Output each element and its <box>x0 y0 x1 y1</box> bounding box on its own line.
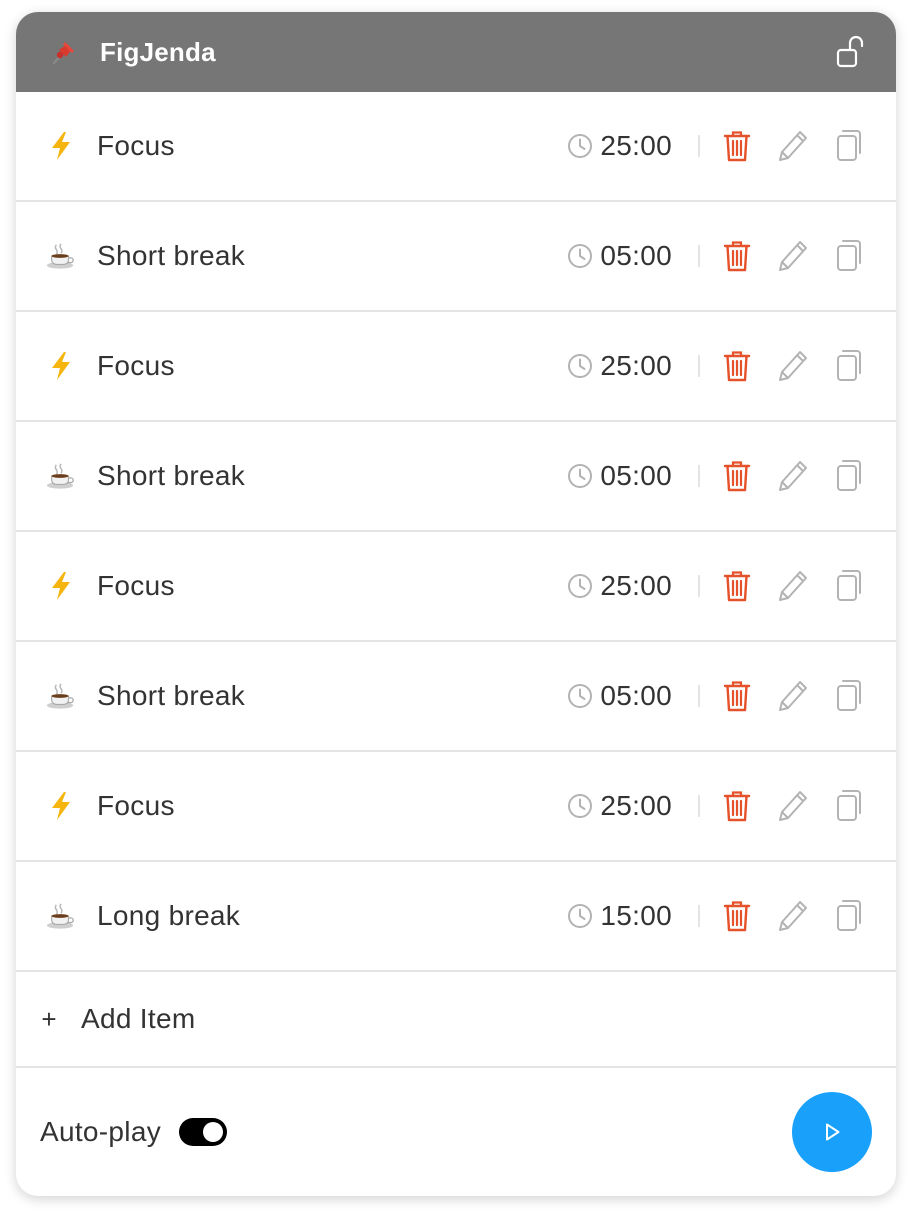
plus-icon: + <box>41 1003 57 1034</box>
lightning-icon <box>46 131 76 161</box>
trash-icon[interactable] <box>720 786 754 826</box>
agenda-list: Focus 25:00 Short break 05:00 Focus 25:00 Shor… <box>16 92 896 972</box>
agenda-item[interactable]: Focus 25:00 <box>16 312 896 422</box>
divider <box>698 135 700 157</box>
clock-icon <box>567 683 593 709</box>
item-label: Focus <box>97 570 175 601</box>
pushpin-icon <box>48 37 78 67</box>
copy-icon[interactable] <box>832 456 866 496</box>
duration-value: 15:00 <box>600 900 672 931</box>
pencil-icon[interactable] <box>776 786 810 826</box>
item-label: Focus <box>97 350 175 381</box>
lightning-icon <box>46 791 76 821</box>
play-button[interactable] <box>792 1092 872 1172</box>
duration-value: 25:00 <box>600 130 672 161</box>
duration-value: 05:00 <box>600 680 672 711</box>
divider <box>698 465 700 487</box>
item-label: Focus <box>97 790 175 821</box>
add-item-label: Add Item <box>81 1003 196 1034</box>
play-icon <box>821 1121 843 1143</box>
divider <box>698 905 700 927</box>
agenda-item[interactable]: Short break 05:00 <box>16 422 896 532</box>
duration-value: 25:00 <box>600 350 672 381</box>
pencil-icon[interactable] <box>776 896 810 936</box>
autoplay-label: Auto-play <box>40 1116 161 1147</box>
item-label: Focus <box>97 130 175 161</box>
pencil-icon[interactable] <box>776 236 810 276</box>
pencil-icon[interactable] <box>776 126 810 166</box>
clock-icon <box>567 463 593 489</box>
coffee-icon <box>46 241 76 271</box>
clock-icon <box>567 133 593 159</box>
copy-icon[interactable] <box>832 786 866 826</box>
item-duration: 25:00 <box>567 350 672 382</box>
pencil-icon[interactable] <box>776 676 810 716</box>
copy-icon[interactable] <box>832 126 866 166</box>
copy-icon[interactable] <box>832 346 866 386</box>
trash-icon[interactable] <box>720 126 754 166</box>
divider <box>698 685 700 707</box>
duration-value: 25:00 <box>600 570 672 601</box>
coffee-icon <box>46 681 76 711</box>
trash-icon[interactable] <box>720 456 754 496</box>
coffee-icon <box>46 901 76 931</box>
autoplay-toggle[interactable] <box>179 1118 227 1146</box>
clock-icon <box>567 573 593 599</box>
pencil-icon[interactable] <box>776 346 810 386</box>
widget-title: FigJenda <box>100 36 216 67</box>
item-duration: 05:00 <box>567 680 672 712</box>
item-duration: 25:00 <box>567 790 672 822</box>
clock-icon <box>567 903 593 929</box>
item-duration: 15:00 <box>567 900 672 932</box>
toggle-knob <box>203 1122 223 1142</box>
copy-icon[interactable] <box>832 896 866 936</box>
copy-icon[interactable] <box>832 566 866 606</box>
item-label: Short break <box>97 680 246 711</box>
divider <box>698 795 700 817</box>
add-item-button[interactable]: + Add Item <box>16 972 896 1068</box>
trash-icon[interactable] <box>720 896 754 936</box>
item-duration: 05:00 <box>567 240 672 272</box>
divider <box>698 245 700 267</box>
trash-icon[interactable] <box>720 676 754 716</box>
pencil-icon[interactable] <box>776 456 810 496</box>
agenda-item[interactable]: Focus 25:00 <box>16 752 896 862</box>
copy-icon[interactable] <box>832 676 866 716</box>
pencil-icon[interactable] <box>776 566 810 606</box>
unlock-icon[interactable] <box>836 34 866 70</box>
trash-icon[interactable] <box>720 566 754 606</box>
agenda-item[interactable]: Focus 25:00 <box>16 92 896 202</box>
widget-header: FigJenda <box>16 12 896 92</box>
lightning-icon <box>46 571 76 601</box>
agenda-item[interactable]: Long break 15:00 <box>16 862 896 972</box>
agenda-item[interactable]: Short break 05:00 <box>16 202 896 312</box>
item-label: Short break <box>97 460 246 491</box>
clock-icon <box>567 353 593 379</box>
item-duration: 25:00 <box>567 570 672 602</box>
trash-icon[interactable] <box>720 236 754 276</box>
duration-value: 25:00 <box>600 790 672 821</box>
agenda-item[interactable]: Focus 25:00 <box>16 532 896 642</box>
trash-icon[interactable] <box>720 346 754 386</box>
widget-footer: Auto-play <box>16 1068 896 1196</box>
clock-icon <box>567 243 593 269</box>
clock-icon <box>567 793 593 819</box>
item-label: Short break <box>97 240 246 271</box>
item-label: Long break <box>97 900 241 931</box>
item-duration: 05:00 <box>567 460 672 492</box>
duration-value: 05:00 <box>600 240 672 271</box>
duration-value: 05:00 <box>600 460 672 491</box>
lightning-icon <box>46 351 76 381</box>
agenda-item[interactable]: Short break 05:00 <box>16 642 896 752</box>
coffee-icon <box>46 461 76 491</box>
figjenda-widget: FigJenda Focus 25:00 Short break 05:00 Focus… <box>16 12 896 1196</box>
divider <box>698 575 700 597</box>
item-duration: 25:00 <box>567 130 672 162</box>
divider <box>698 355 700 377</box>
copy-icon[interactable] <box>832 236 866 276</box>
